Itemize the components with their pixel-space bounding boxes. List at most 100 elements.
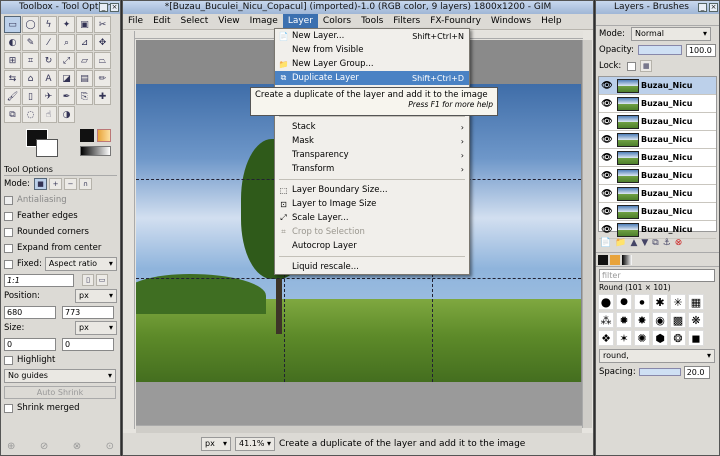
layer-menu-item-new-from-visible[interactable]: New from Visible — [275, 43, 469, 57]
layer-menu-item-transparency[interactable]: Transparency › — [275, 148, 469, 162]
layer-row[interactable]: 👁 Buzau_Nicu — [599, 131, 716, 149]
blur-tool-icon[interactable]: ◌ — [22, 106, 39, 123]
foreground-select-tool-icon[interactable]: ◐ — [4, 34, 21, 51]
layers-tabs[interactable] — [596, 14, 719, 26]
scale-tool-icon[interactable]: ⤢ — [58, 52, 75, 69]
visibility-eye-icon[interactable]: 👁 — [599, 135, 615, 145]
brush-preview-icon[interactable]: ❋ — [688, 312, 704, 328]
crop-tool-icon[interactable]: ⌗ — [22, 52, 39, 69]
visibility-eye-icon[interactable]: 👁 — [599, 189, 615, 199]
lower-layer-icon[interactable]: ▼ — [641, 238, 648, 248]
layer-menu-item-duplicate-layer[interactable]: ⧉ Duplicate Layer Shift+Ctrl+D — [275, 71, 469, 85]
brush-preview-icon[interactable]: ✳ — [670, 294, 686, 310]
expand-center-checkbox[interactable]: Expand from center — [1, 240, 120, 256]
active-gradient-preview[interactable] — [80, 146, 111, 156]
layer-menu-item-transform[interactable]: Transform › — [275, 162, 469, 176]
layer-menu-item-layer-to-image-size[interactable]: ⊡ Layer to Image Size — [275, 197, 469, 211]
select-by-color-tool-icon[interactable]: ▣ — [76, 16, 93, 33]
raise-layer-icon[interactable]: ▲ — [630, 238, 637, 248]
fixed-mode-select[interactable]: Aspect ratio — [44, 257, 117, 271]
menu-colors[interactable]: Colors — [318, 14, 356, 29]
lock-pixels-checkbox[interactable] — [627, 61, 637, 71]
brush-preview-icon[interactable]: ● — [616, 294, 632, 310]
menu-help[interactable]: Help — [536, 14, 567, 29]
vertical-scrollbar[interactable] — [582, 40, 592, 428]
restore-options-icon[interactable]: ⊘ — [40, 441, 48, 452]
landscape-icon[interactable]: ▭ — [96, 274, 108, 286]
dodge-burn-tool-icon[interactable]: ◑ — [58, 106, 75, 123]
layer-row[interactable]: 👁 Buzau_Nicu — [599, 203, 716, 221]
ellipse-select-tool-icon[interactable]: ◯ — [22, 16, 39, 33]
layer-mode-select[interactable]: Normal — [631, 27, 712, 41]
perspective-tool-icon[interactable]: ⏢ — [94, 52, 111, 69]
menu-fx-foundry[interactable]: FX-Foundry — [425, 14, 486, 29]
delete-layer-icon[interactable]: ⊗ — [675, 238, 683, 248]
layer-row[interactable]: 👁 Buzau_Nicu — [599, 149, 716, 167]
mode-intersect-icon[interactable]: ∩ — [79, 178, 93, 190]
minimize-icon[interactable]: _ — [698, 3, 707, 12]
brush-preview-icon[interactable]: ● — [598, 294, 614, 310]
color-picker-tool-icon[interactable]: ⁄ — [40, 34, 57, 51]
visibility-eye-icon[interactable]: 👁 — [599, 81, 615, 91]
size-h-field[interactable]: 0 — [62, 337, 114, 351]
position-x-field[interactable]: 680 — [4, 305, 56, 319]
layer-row[interactable]: 👁 Buzau_Nicu — [599, 167, 716, 185]
active-pattern-preview[interactable] — [97, 129, 111, 142]
menu-edit[interactable]: Edit — [148, 14, 175, 29]
background-color-swatch[interactable] — [36, 139, 58, 157]
brush-preview-icon[interactable]: ✸ — [634, 312, 650, 328]
airbrush-tool-icon[interactable]: ✈ — [40, 88, 57, 105]
portrait-icon[interactable]: ▯ — [82, 274, 94, 286]
menu-layer[interactable]: Layer — [282, 14, 318, 29]
layers-titlebar[interactable]: Layers - Brushes _ × — [596, 1, 719, 14]
lock-alpha-icon[interactable]: ▦ — [640, 60, 653, 72]
layer-row[interactable]: 👁 Buzau_Nicu — [599, 77, 716, 95]
pencil-tool-icon[interactable]: ✏ — [94, 70, 111, 87]
duplicate-layer-icon[interactable]: ⧉ — [652, 238, 658, 248]
heal-tool-icon[interactable]: ✚ — [94, 88, 111, 105]
gradients-tab-icon[interactable] — [622, 255, 632, 265]
guides-select[interactable]: No guides — [4, 369, 116, 383]
brush-preview-icon[interactable]: ⬢ — [652, 330, 668, 346]
feather-checkbox[interactable]: Feather edges — [1, 208, 120, 224]
mode-subtract-icon[interactable]: − — [64, 178, 78, 190]
toolbox-titlebar[interactable]: Toolbox - Tool Options _ × — [1, 1, 120, 14]
blend-tool-icon[interactable]: ▤ — [76, 70, 93, 87]
opacity-field[interactable]: 100.0 — [685, 43, 716, 57]
active-brush-preview[interactable] — [80, 129, 94, 142]
zoom-select[interactable]: 41.1% — [235, 437, 275, 451]
menu-select[interactable]: Select — [176, 14, 214, 29]
menu-image[interactable]: Image — [245, 14, 283, 29]
mode-replace-icon[interactable]: ■ — [34, 178, 48, 190]
spacing-field[interactable]: 20.0 — [683, 365, 710, 379]
paths-tool-icon[interactable]: ✎ — [22, 34, 39, 51]
smudge-tool-icon[interactable]: ☝ — [40, 106, 57, 123]
save-options-icon[interactable]: ⊕ — [7, 441, 15, 452]
antialiasing-checkbox[interactable]: Antialiasing — [1, 192, 120, 208]
rounded-corners-checkbox[interactable]: Rounded corners — [1, 224, 120, 240]
brush-preview-icon[interactable]: ❂ — [670, 330, 686, 346]
auto-shrink-button[interactable]: Auto Shrink — [4, 385, 116, 399]
zoom-tool-icon[interactable]: ⌕ — [58, 34, 75, 51]
move-tool-icon[interactable]: ✥ — [94, 34, 111, 51]
free-select-tool-icon[interactable]: ϟ — [40, 16, 57, 33]
horizontal-scrollbar[interactable] — [136, 425, 582, 433]
ink-tool-icon[interactable]: ✒ — [58, 88, 75, 105]
visibility-eye-icon[interactable]: 👁 — [599, 153, 615, 163]
visibility-eye-icon[interactable]: 👁 — [599, 207, 615, 217]
layer-row[interactable]: 👁 Buzau_Nicu — [599, 113, 716, 131]
layer-menu-item-new-layer-group[interactable]: 📁 New Layer Group... — [275, 57, 469, 71]
unit-select[interactable]: px — [201, 437, 231, 451]
brush-preview-icon[interactable]: ● — [634, 294, 650, 310]
visibility-eye-icon[interactable]: 👁 — [599, 99, 615, 109]
flip-tool-icon[interactable]: ⇆ — [4, 70, 21, 87]
mode-add-icon[interactable]: + — [49, 178, 63, 190]
anchor-layer-icon[interactable]: ⚓ — [663, 238, 671, 248]
patterns-tab-icon[interactable] — [610, 255, 620, 265]
brush-preview-icon[interactable]: ✱ — [652, 294, 668, 310]
visibility-eye-icon[interactable]: 👁 — [599, 171, 615, 181]
brush-preview-icon[interactable]: ✺ — [634, 330, 650, 346]
text-tool-icon[interactable]: A — [40, 70, 57, 87]
brush-preview-icon[interactable]: ⁂ — [598, 312, 614, 328]
shear-tool-icon[interactable]: ▱ — [76, 52, 93, 69]
